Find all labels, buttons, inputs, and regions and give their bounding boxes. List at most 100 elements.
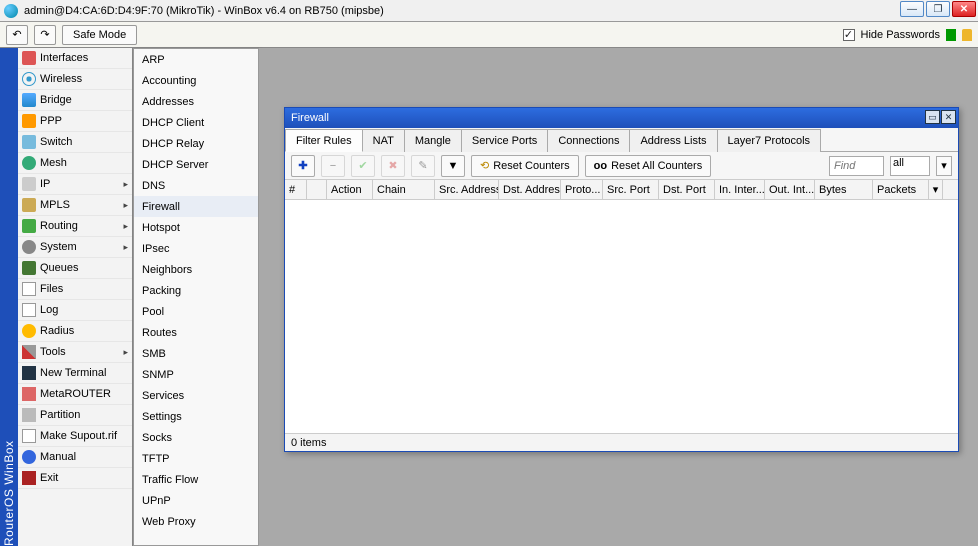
submenu-item-addresses[interactable]: Addresses <box>134 91 258 112</box>
metarouter-icon <box>22 387 36 401</box>
submenu-item-dhcp-server[interactable]: DHCP Server <box>134 154 258 175</box>
sidebar-item-wireless[interactable]: Wireless <box>18 69 132 90</box>
minimize-button[interactable]: — <box>900 1 924 17</box>
submenu-item-ipsec[interactable]: IPsec <box>134 238 258 259</box>
submenu-item-packing[interactable]: Packing <box>134 280 258 301</box>
enable-button[interactable]: ✔ <box>351 155 375 177</box>
sidebar-item-manual[interactable]: Manual <box>18 447 132 468</box>
sidebar-item-bridge[interactable]: Bridge <box>18 90 132 111</box>
sidebar-item-label: Manual <box>40 451 76 463</box>
tab-nat[interactable]: NAT <box>362 129 405 152</box>
sidebar-item-routing[interactable]: Routing <box>18 216 132 237</box>
column-header-dst-port[interactable]: Dst. Port <box>659 180 715 199</box>
add-button[interactable]: ✚ <box>291 155 315 177</box>
maximize-button[interactable]: ❐ <box>926 1 950 17</box>
filter-button[interactable]: ▼ <box>441 155 465 177</box>
column-header-proto-[interactable]: Proto... <box>561 180 603 199</box>
firewall-close-button[interactable]: ✕ <box>941 110 956 124</box>
window-titlebar: admin@D4:CA:6D:D4:9F:70 (MikroTik) - Win… <box>0 0 978 22</box>
find-input[interactable] <box>829 156 884 176</box>
sidebar-item-ppp[interactable]: PPP <box>18 111 132 132</box>
reset-counters-button[interactable]: ⟲Reset Counters <box>471 155 579 177</box>
filter-select[interactable]: all <box>890 156 930 176</box>
undo-button[interactable]: ↶ <box>6 25 28 45</box>
redo-button[interactable]: ↷ <box>34 25 56 45</box>
submenu-item-tftp[interactable]: TFTP <box>134 448 258 469</box>
sidebar-item-ip[interactable]: IP <box>18 174 132 195</box>
submenu-item-web-proxy[interactable]: Web Proxy <box>134 511 258 532</box>
tools-icon <box>22 345 36 359</box>
sidebar-item-interfaces[interactable]: Interfaces <box>18 48 132 69</box>
column-header-bytes[interactable]: Bytes <box>815 180 873 199</box>
tab-connections[interactable]: Connections <box>547 129 630 152</box>
submenu-item-upnp[interactable]: UPnP <box>134 490 258 511</box>
sidebar-item-label: Log <box>40 304 58 316</box>
undo-icon: ↶ <box>12 28 21 41</box>
sidebar-item-new-terminal[interactable]: New Terminal <box>18 363 132 384</box>
column-header-out-int-[interactable]: Out. Int... <box>765 180 815 199</box>
submenu-item-smb[interactable]: SMB <box>134 343 258 364</box>
column-header-src-address[interactable]: Src. Address <box>435 180 499 199</box>
wireless-icon <box>22 72 36 86</box>
column-header--[interactable]: # <box>285 180 307 199</box>
status-flag-icon <box>946 29 956 41</box>
submenu-item-neighbors[interactable]: Neighbors <box>134 259 258 280</box>
submenu-item-dns[interactable]: DNS <box>134 175 258 196</box>
firewall-minimize-button[interactable]: ▭ <box>925 110 940 124</box>
submenu-item-dhcp-client[interactable]: DHCP Client <box>134 112 258 133</box>
tab-address-lists[interactable]: Address Lists <box>629 129 717 152</box>
column-header-src-port[interactable]: Src. Port <box>603 180 659 199</box>
submenu-item-accounting[interactable]: Accounting <box>134 70 258 91</box>
column-header-action[interactable]: Action <box>327 180 373 199</box>
column-header-spacer[interactable]: ▾ <box>929 180 943 199</box>
sidebar-item-exit[interactable]: Exit <box>18 468 132 489</box>
submenu-item-hotspot[interactable]: Hotspot <box>134 217 258 238</box>
sidebar-item-partition[interactable]: Partition <box>18 405 132 426</box>
column-header-spacer[interactable] <box>307 180 327 199</box>
firewall-titlebar[interactable]: Firewall ▭ ✕ <box>285 108 958 128</box>
submenu-item-services[interactable]: Services <box>134 385 258 406</box>
sidebar-item-log[interactable]: Log <box>18 300 132 321</box>
disable-button[interactable]: ✖ <box>381 155 405 177</box>
sidebar-item-label: System <box>40 241 77 253</box>
column-header-packets[interactable]: Packets <box>873 180 929 199</box>
sidebar-item-label: IP <box>40 178 50 190</box>
tab-layer7-protocols[interactable]: Layer7 Protocols <box>717 129 822 152</box>
sidebar-item-radius[interactable]: Radius <box>18 321 132 342</box>
firewall-tabs: Filter RulesNATMangleService PortsConnec… <box>285 128 958 152</box>
reset-all-counters-button[interactable]: ooReset All Counters <box>585 155 712 177</box>
submenu-item-firewall[interactable]: Firewall <box>134 196 258 217</box>
submenu-item-settings[interactable]: Settings <box>134 406 258 427</box>
sidebar-item-switch[interactable]: Switch <box>18 132 132 153</box>
tab-filter-rules[interactable]: Filter Rules <box>285 129 363 152</box>
ppp-icon <box>22 114 36 128</box>
tab-mangle[interactable]: Mangle <box>404 129 462 152</box>
sidebar-item-label: Routing <box>40 220 78 232</box>
hide-passwords-checkbox[interactable]: ✓ <box>843 29 855 41</box>
safe-mode-button[interactable]: Safe Mode <box>62 25 137 45</box>
sidebar-item-mpls[interactable]: MPLS <box>18 195 132 216</box>
tab-service-ports[interactable]: Service Ports <box>461 129 548 152</box>
submenu-item-traffic-flow[interactable]: Traffic Flow <box>134 469 258 490</box>
sidebar-item-system[interactable]: System <box>18 237 132 258</box>
submenu-item-socks[interactable]: Socks <box>134 427 258 448</box>
column-header-in-inter-[interactable]: In. Inter... <box>715 180 765 199</box>
sidebar-item-metarouter[interactable]: MetaROUTER <box>18 384 132 405</box>
sidebar-item-tools[interactable]: Tools <box>18 342 132 363</box>
sidebar-item-queues[interactable]: Queues <box>18 258 132 279</box>
sidebar-item-make-supout-rif[interactable]: Make Supout.rif <box>18 426 132 447</box>
close-button[interactable]: ✕ <box>952 1 976 17</box>
column-header-dst-address[interactable]: Dst. Address <box>499 180 561 199</box>
remove-button[interactable]: − <box>321 155 345 177</box>
sidebar-item-files[interactable]: Files <box>18 279 132 300</box>
submenu-item-dhcp-relay[interactable]: DHCP Relay <box>134 133 258 154</box>
submenu-item-snmp[interactable]: SNMP <box>134 364 258 385</box>
filter-dropdown-button[interactable]: ▾ <box>936 156 952 176</box>
sidebar-item-mesh[interactable]: Mesh <box>18 153 132 174</box>
submenu-item-pool[interactable]: Pool <box>134 301 258 322</box>
comment-button[interactable]: ✎ <box>411 155 435 177</box>
submenu-item-arp[interactable]: ARP <box>134 49 258 70</box>
submenu-item-routes[interactable]: Routes <box>134 322 258 343</box>
window-controls: — ❐ ✕ <box>900 1 976 17</box>
column-header-chain[interactable]: Chain <box>373 180 435 199</box>
